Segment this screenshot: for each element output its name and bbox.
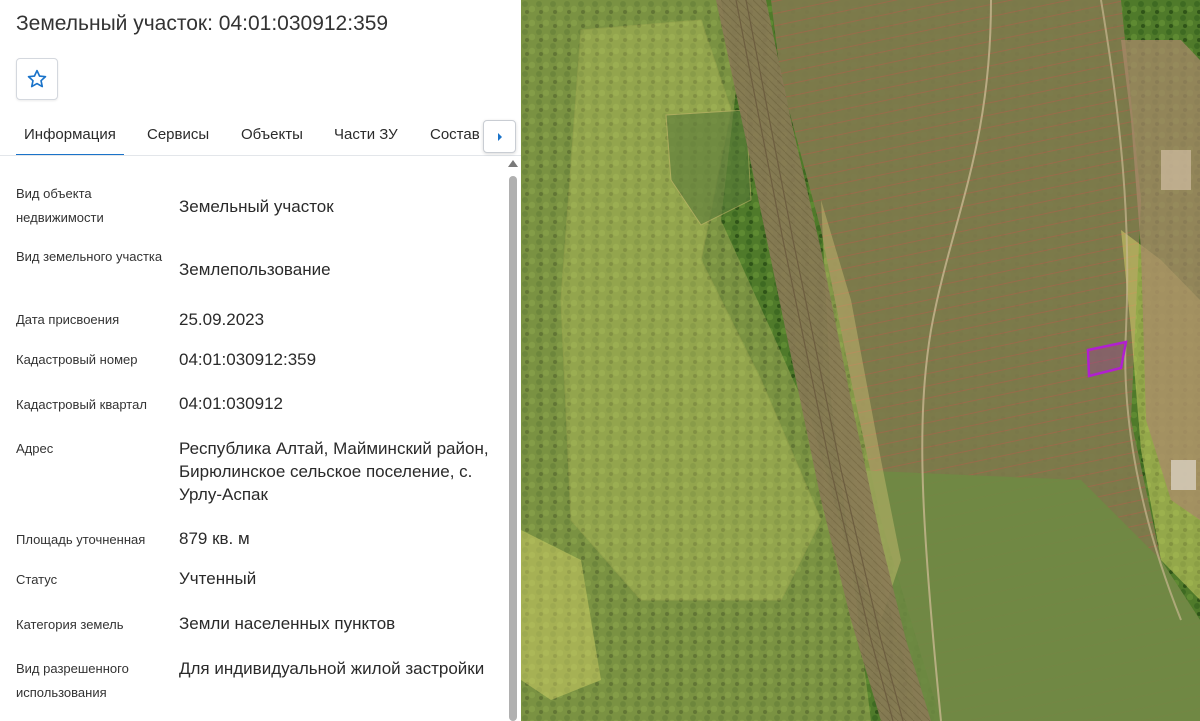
property-value: Земельный участок [179,197,334,216]
property-value: 25.09.2023 [179,310,265,329]
address-value: Республика Алтай, Майминский район, Бирю… [179,439,489,504]
property-label: Дата присвоения [16,312,120,327]
scroll-up-arrow-icon[interactable] [508,160,518,167]
property-label: Кадастровый номер [16,352,138,367]
tab-bar: Информация Сервисы Объекты Части ЗУ Сост… [16,118,505,156]
tab-services[interactable]: Сервисы [147,118,209,156]
building [1171,460,1196,490]
property-label: Адрес [16,441,54,456]
satellite-map[interactable] [521,0,1200,721]
property-label: Вид объекта недвижимости [16,186,104,225]
property-value: Для индивидуальной жилой застройки [179,659,485,678]
property-label: Категория земель [16,617,124,632]
favorite-button[interactable] [16,58,58,100]
status-value: Учтенный [179,569,257,588]
property-value: 879 кв. м [179,529,250,548]
panel-scrollbar[interactable] [507,160,519,721]
page-title: Земельный участок: 04:01:030912:359 [16,12,389,35]
property-label: Вид земельного участка [16,249,163,264]
tab-parcel-parts[interactable]: Части ЗУ [334,118,398,156]
property-label: Площадь уточненная [16,532,146,547]
building [1161,150,1191,190]
property-value: Землепользование [179,260,331,279]
tabs-scroll-right-button[interactable] [483,120,516,153]
star-outline-icon [27,69,47,88]
property-label: Вид разрешенного использования [16,661,129,700]
map-canvas[interactable] [521,0,1200,721]
tab-objects[interactable]: Объекты [241,118,303,156]
chevron-right-icon [497,132,502,141]
property-label: Кадастровый квартал [16,397,147,412]
tab-divider [0,155,521,156]
tab-information[interactable]: Информация [16,118,124,156]
property-label: Статус [16,572,58,587]
scrollbar-thumb[interactable] [509,176,517,721]
info-panel: Земельный участок: 04:01:030912:359 Инфо… [0,0,521,721]
tab-composition[interactable]: Состав [430,118,480,156]
property-value: Земли населенных пунктов [179,614,396,633]
property-value: 04:01:030912:359 [179,350,317,369]
property-value: 04:01:030912 [179,394,283,413]
